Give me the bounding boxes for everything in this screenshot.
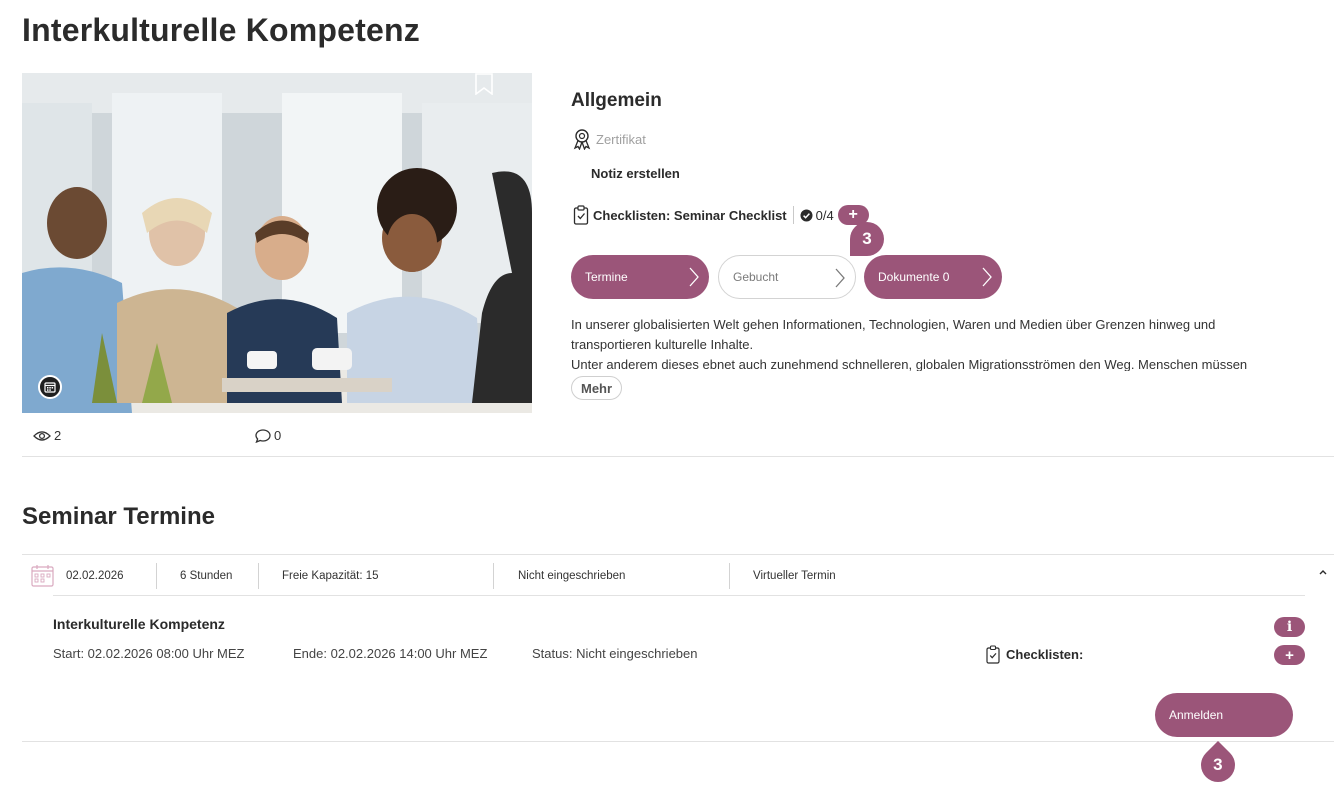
create-note-link[interactable]: Notiz erstellen bbox=[591, 166, 680, 181]
certificate-label: Zertifikat bbox=[596, 131, 646, 147]
check-circle-icon bbox=[800, 209, 813, 221]
tab-termine[interactable]: Termine bbox=[571, 255, 709, 299]
session-checklists: Checklisten: bbox=[986, 645, 1083, 664]
divider bbox=[156, 563, 157, 589]
info-button[interactable]: i bbox=[1274, 617, 1305, 637]
divider bbox=[792, 206, 794, 224]
checklist-progress: 0/4 bbox=[800, 208, 834, 223]
description-line: Unter anderem dieses ebnet auch zunehmen… bbox=[571, 357, 1248, 371]
seminar-date-row[interactable]: 02.02.2026 6 Stunden Freie Kapazität: 15… bbox=[22, 554, 1334, 596]
description-line: In unserer globalisierten Welt gehen Inf… bbox=[571, 317, 1216, 332]
section-heading-general: Allgemein bbox=[571, 90, 662, 111]
page-title: Interkulturelle Kompetenz bbox=[22, 12, 420, 48]
views-count: 2 bbox=[54, 428, 62, 443]
session-checklists-label: Checklisten: bbox=[1006, 647, 1084, 662]
chevron-right-icon bbox=[689, 267, 699, 287]
tab-dokumente[interactable]: Dokumente 0 bbox=[864, 255, 1002, 299]
checklist-label[interactable]: Checklisten: Seminar Checklist bbox=[593, 208, 787, 223]
divider bbox=[729, 563, 730, 589]
tab-gebucht-label: Gebucht bbox=[733, 270, 779, 284]
comment-icon bbox=[255, 428, 271, 443]
chevron-right-icon bbox=[835, 268, 845, 288]
description-line: transportieren kulturelle Inhalte. bbox=[571, 337, 754, 352]
row-date: 02.02.2026 bbox=[66, 570, 124, 582]
meeting-photo bbox=[22, 73, 532, 413]
session-title: Interkulturelle Kompetenz bbox=[53, 616, 225, 632]
checklist-count: 0/4 bbox=[815, 207, 834, 223]
views-stat: 2 bbox=[33, 428, 61, 443]
chevron-up-icon[interactable] bbox=[1318, 568, 1328, 576]
chevron-right-icon bbox=[982, 267, 992, 287]
row-type: Virtueller Termin bbox=[753, 570, 836, 582]
row-duration: 6 Stunden bbox=[180, 570, 233, 582]
info-icon: i bbox=[1286, 619, 1293, 635]
more-button[interactable]: Mehr bbox=[571, 376, 623, 400]
section-heading-seminar: Seminar Termine bbox=[22, 503, 215, 530]
row-capacity: Freie Kapazität: 15 bbox=[282, 570, 379, 582]
clipboard-icon bbox=[573, 205, 589, 225]
checklist-row: Checklisten: Seminar Checklist 0/4 + bbox=[573, 205, 869, 225]
course-image[interactable] bbox=[22, 73, 532, 413]
session-status: Status: Nicht eingeschrieben bbox=[532, 646, 698, 661]
comments-stat[interactable]: 0 bbox=[255, 428, 281, 443]
certificate-icon bbox=[573, 129, 591, 150]
divider bbox=[22, 741, 1334, 742]
divider bbox=[22, 456, 1334, 457]
step-badge: 3 bbox=[1193, 740, 1243, 790]
step-badge-label: 3 bbox=[1213, 755, 1223, 774]
divider bbox=[258, 563, 259, 589]
row-status: Nicht eingeschrieben bbox=[518, 570, 626, 582]
add-session-checklist-button[interactable]: + bbox=[1274, 645, 1305, 665]
eye-icon bbox=[33, 430, 51, 441]
tab-dokumente-label: Dokumente 0 bbox=[878, 270, 950, 284]
register-button[interactable]: Anmelden bbox=[1155, 693, 1293, 737]
divider bbox=[493, 563, 494, 589]
certificate-link[interactable]: Zertifikat bbox=[571, 128, 646, 150]
session-start: Start: 02.02.2026 08:00 Uhr MEZ bbox=[53, 646, 245, 661]
course-description: In unserer globalisierten Welt gehen Inf… bbox=[571, 315, 1319, 371]
clipboard-icon bbox=[986, 645, 1000, 664]
calendar-badge-icon bbox=[38, 375, 62, 399]
session-end: Ende: 02.02.2026 14:00 Uhr MEZ bbox=[293, 646, 488, 661]
comments-count: 0 bbox=[274, 428, 282, 443]
divider bbox=[53, 595, 1305, 596]
bookmark-icon[interactable] bbox=[474, 73, 494, 95]
calendar-icon bbox=[31, 565, 54, 587]
step-badge: 3 bbox=[850, 222, 884, 256]
tab-termine-label: Termine bbox=[585, 270, 628, 284]
tab-gebucht[interactable]: Gebucht bbox=[718, 255, 856, 299]
